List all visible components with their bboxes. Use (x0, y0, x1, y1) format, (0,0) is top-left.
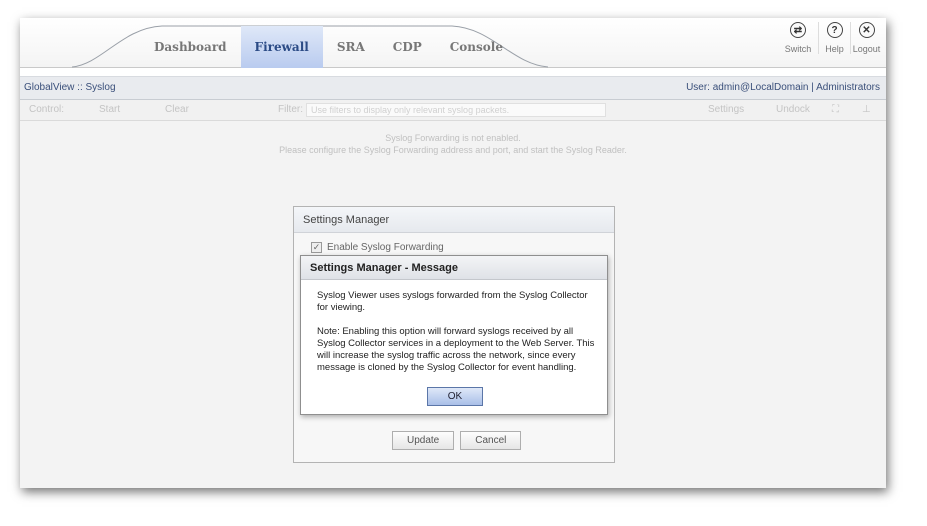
tab-cdp[interactable]: CDP (379, 26, 436, 68)
ok-button[interactable]: OK (427, 387, 483, 406)
tab-firewall[interactable]: Firewall (240, 26, 323, 68)
filter-label: Filter: (278, 104, 303, 115)
settings-manager-title: Settings Manager (294, 207, 614, 233)
help-label: Help (825, 44, 844, 54)
tab-dashboard[interactable]: Dashboard (140, 26, 241, 68)
settings-manager-buttons: Update Cancel (392, 431, 527, 450)
top-navigation: Dashboard Firewall SRA CDP Console ⇄ Swi… (20, 18, 886, 68)
help-icon: ? (826, 22, 843, 38)
message-paragraph-1: Syslog Viewer uses syslogs forwarded fro… (317, 290, 588, 313)
syslog-toolbar: Control: Start Clear Filter: Use filters… (20, 100, 886, 121)
tab-console[interactable]: Console (436, 26, 517, 68)
logout-label: Logout (852, 44, 881, 54)
expand-icon[interactable]: ⛶ (832, 104, 839, 115)
enable-forwarding-label: Enable Syslog Forwarding (327, 242, 444, 253)
enable-forwarding-checkbox[interactable]: ✓ (311, 242, 322, 253)
message-dialog-title: Settings Manager - Message (301, 256, 607, 280)
pin-icon[interactable]: ⊥ (862, 104, 871, 115)
settings-button[interactable]: Settings (708, 104, 744, 115)
breadcrumb: GlobalView :: Syslog (24, 82, 116, 93)
switch-button[interactable]: ⇄ Switch (778, 22, 818, 54)
breadcrumb-bar: GlobalView :: Syslog User: admin@LocalDo… (20, 76, 886, 100)
app-window: Dashboard Firewall SRA CDP Console ⇄ Swi… (20, 18, 886, 488)
tab-sra[interactable]: SRA (323, 26, 379, 68)
clear-button[interactable]: Clear (165, 104, 189, 115)
forwarding-notice: Syslog Forwarding is not enabled. Please… (20, 132, 886, 156)
header-actions: ⇄ Switch ? Help ✕ Logout (778, 22, 882, 54)
start-button[interactable]: Start (99, 104, 120, 115)
enable-forwarding-row[interactable]: ✓ Enable Syslog Forwarding (311, 242, 444, 253)
main-tabs: Dashboard Firewall SRA CDP Console (140, 26, 517, 68)
message-dialog: Settings Manager - Message Syslog Viewer… (300, 255, 608, 415)
filter-input[interactable]: Use filters to display only relevant sys… (306, 103, 606, 117)
undock-button[interactable]: Undock (776, 104, 810, 115)
logout-icon: ✕ (858, 22, 875, 38)
help-button[interactable]: ? Help (818, 22, 850, 54)
message-body: Syslog Viewer uses syslogs forwarded fro… (317, 290, 601, 386)
logout-button[interactable]: ✕ Logout (850, 22, 882, 54)
switch-label: Switch (784, 44, 812, 54)
user-info: User: admin@LocalDomain | Administrators (686, 82, 880, 93)
notice-line-2: Please configure the Syslog Forwarding a… (279, 145, 627, 155)
switch-icon: ⇄ (790, 22, 806, 38)
update-button[interactable]: Update (392, 431, 455, 450)
notice-line-1: Syslog Forwarding is not enabled. (385, 133, 521, 143)
message-paragraph-2: Note: Enabling this option will forward … (317, 326, 595, 373)
control-label: Control: (29, 104, 65, 115)
cancel-button[interactable]: Cancel (460, 431, 522, 450)
